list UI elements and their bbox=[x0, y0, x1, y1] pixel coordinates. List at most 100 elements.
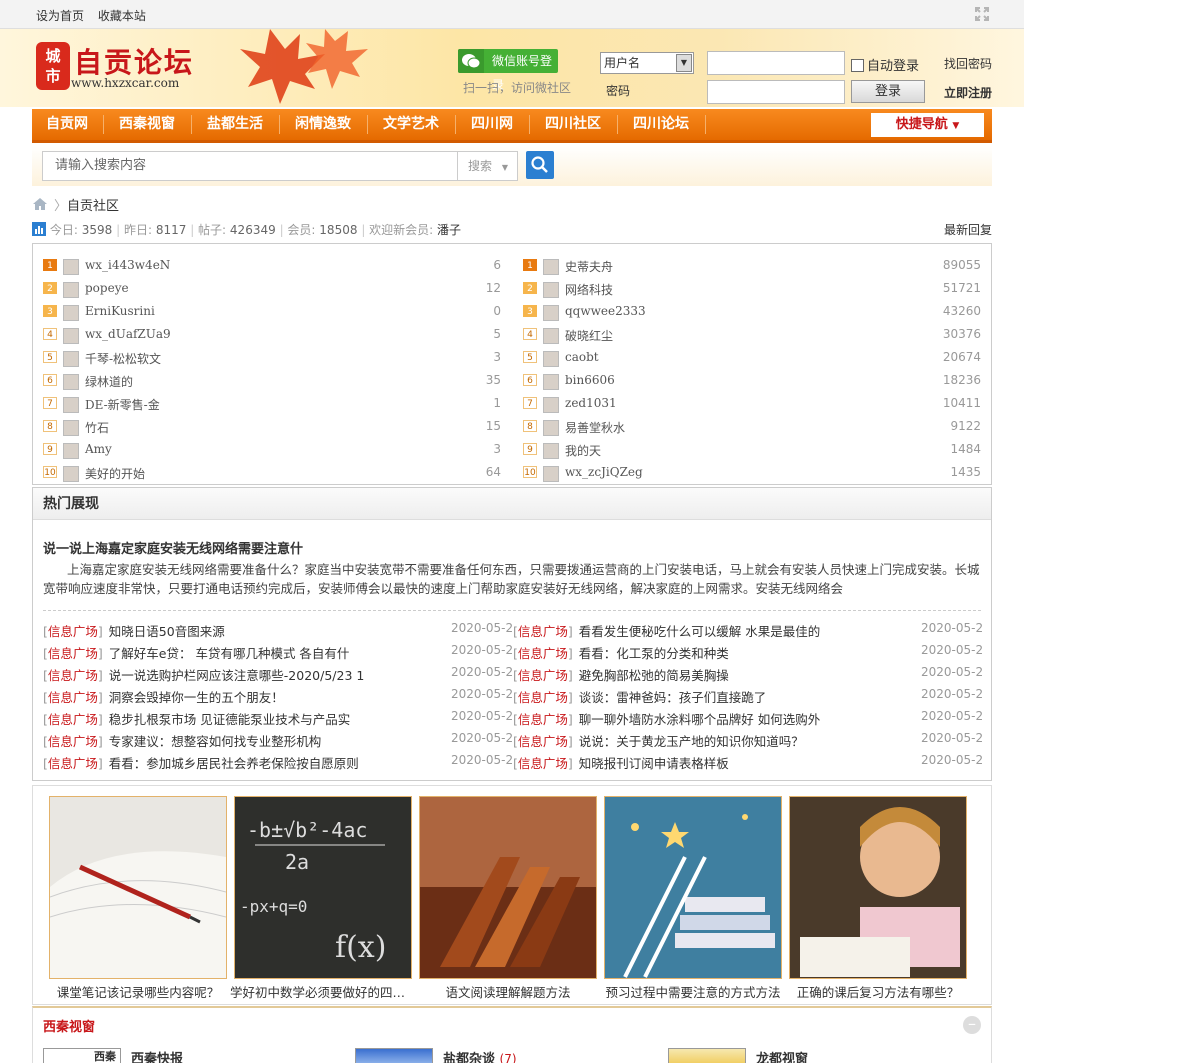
ranking-username[interactable]: bin6606 bbox=[565, 373, 615, 387]
news-category-tag[interactable]: [信息广场] bbox=[43, 756, 103, 771]
avatar[interactable] bbox=[543, 466, 559, 482]
nav-item-wenxue[interactable]: 文学艺术 bbox=[368, 109, 454, 140]
ranking-username[interactable]: 绿林道的 bbox=[85, 373, 133, 390]
news-title-link[interactable]: 谈谈：雷神爸妈：孩子们直接跪了 bbox=[579, 690, 767, 705]
search-button[interactable] bbox=[526, 151, 554, 179]
avatar[interactable] bbox=[63, 328, 79, 344]
ranking-username[interactable]: wx_dUafZUa9 bbox=[85, 327, 171, 341]
auto-login-checkbox[interactable]: 自动登录 bbox=[851, 55, 919, 74]
ranking-username[interactable]: 破晓红尘 bbox=[565, 327, 613, 344]
gallery-caption[interactable]: 学好初中数学必须要做好的四件... bbox=[230, 982, 416, 1001]
breadcrumb-current[interactable]: 自贡社区 bbox=[67, 199, 119, 214]
ranking-username[interactable]: wx_i443w4eN bbox=[85, 258, 170, 272]
avatar[interactable] bbox=[63, 374, 79, 390]
news-title-link[interactable]: 洞察会毁掉你一生的五个朋友！ bbox=[109, 690, 284, 705]
gallery-image-ladder-books[interactable] bbox=[604, 796, 782, 979]
news-category-tag[interactable]: [信息广场] bbox=[43, 646, 103, 661]
xiqin-section-title[interactable]: 西秦视窗 bbox=[43, 1016, 95, 1035]
gallery-image-child-writing[interactable] bbox=[789, 796, 967, 979]
ranking-username[interactable]: 我的天 bbox=[565, 442, 601, 459]
avatar[interactable] bbox=[63, 259, 79, 275]
avatar[interactable] bbox=[543, 443, 559, 459]
ranking-username[interactable]: 易善堂秋水 bbox=[565, 419, 625, 436]
avatar[interactable] bbox=[543, 259, 559, 275]
search-input[interactable]: 请输入搜索内容 bbox=[42, 151, 458, 181]
news-title-link[interactable]: 看看发生便秘吃什么可以缓解 水果是最佳的 bbox=[579, 624, 820, 639]
logo-badge[interactable]: 城市 bbox=[36, 42, 70, 90]
news-category-tag[interactable]: [信息广场] bbox=[513, 756, 573, 771]
wechat-login-button[interactable]: 微信账号登录 bbox=[458, 49, 558, 92]
nav-item-yandu[interactable]: 盐都生活 bbox=[192, 109, 278, 140]
news-category-tag[interactable]: [信息广场] bbox=[513, 668, 573, 683]
latest-reply-link[interactable]: 最新回复 bbox=[944, 221, 992, 238]
avatar[interactable] bbox=[543, 305, 559, 321]
password-input[interactable] bbox=[707, 80, 845, 104]
ranking-username[interactable]: Amy bbox=[85, 442, 112, 456]
logo-text[interactable]: 自贡论坛 bbox=[74, 41, 194, 81]
avatar[interactable] bbox=[543, 351, 559, 367]
gallery-caption[interactable]: 课堂笔记该记录哪些内容呢？ bbox=[45, 982, 231, 1001]
avatar[interactable] bbox=[63, 282, 79, 298]
news-title-link[interactable]: 避免胸部松弛的简易美胸操 bbox=[579, 668, 729, 683]
ranking-username[interactable]: ErniKusrini bbox=[85, 304, 155, 318]
ranking-username[interactable]: wx_zcJiQZeg bbox=[565, 465, 643, 479]
news-category-tag[interactable]: [信息广场] bbox=[43, 734, 103, 749]
gallery-image-books[interactable] bbox=[419, 796, 597, 979]
gallery-image-notebook[interactable] bbox=[49, 796, 227, 979]
news-category-tag[interactable]: [信息广场] bbox=[513, 712, 573, 727]
collapse-icon[interactable]: – bbox=[963, 1016, 981, 1034]
avatar[interactable] bbox=[63, 466, 79, 482]
ranking-username[interactable]: 网络科技 bbox=[565, 281, 613, 298]
news-category-tag[interactable]: [信息广场] bbox=[43, 712, 103, 727]
news-title-link[interactable]: 专家建议：想整容如何找专业整形机构 bbox=[109, 734, 322, 749]
ranking-username[interactable]: caobt bbox=[565, 350, 599, 364]
avatar[interactable] bbox=[63, 397, 79, 413]
news-category-tag[interactable]: [信息广场] bbox=[513, 734, 573, 749]
login-button[interactable]: 登录 bbox=[851, 80, 925, 103]
gallery-caption[interactable]: 正确的课后复习方法有哪些？ bbox=[785, 982, 971, 1001]
ranking-username[interactable]: DE-新零售-金 bbox=[85, 396, 160, 413]
gallery-image-blackboard[interactable]: -b±√b²-4ac 2a -px+q=0 f(x) bbox=[234, 796, 412, 979]
wechat-scan-hint[interactable]: 扫一扫，访问微社区 bbox=[463, 79, 571, 96]
ranking-username[interactable]: 史蒂夫舟 bbox=[565, 258, 613, 275]
news-title-link[interactable]: 看看：参加城乡居民社会养老保险按自愿原则 bbox=[109, 756, 359, 771]
news-title-link[interactable]: 知晓日语50音图来源 bbox=[109, 624, 225, 639]
news-title-link[interactable]: 看看：化工泵的分类和种类 bbox=[579, 646, 729, 661]
gallery-caption[interactable]: 语文阅读理解解题方法 bbox=[415, 982, 601, 1001]
news-category-tag[interactable]: [信息广场] bbox=[43, 624, 103, 639]
xiqin-forum-kuaibao[interactable]: 西秦快报 bbox=[131, 1048, 183, 1063]
nav-item-xiqin[interactable]: 西秦视窗 bbox=[104, 109, 190, 140]
avatar[interactable] bbox=[543, 420, 559, 436]
xiqin-forum-longdu[interactable]: 龙都视窗 bbox=[756, 1048, 808, 1063]
hot-featured-title[interactable]: 说一说上海嘉定家庭安装无线网络需要注意什 bbox=[43, 538, 303, 557]
quick-nav-button[interactable]: 快捷导航 ▼ bbox=[871, 113, 984, 137]
news-title-link[interactable]: 说说：关于黄龙玉产地的知识你知道吗？ bbox=[579, 734, 804, 749]
ranking-username[interactable]: zed1031 bbox=[565, 396, 617, 410]
nav-item-sichuan-forum[interactable]: 四川论坛 bbox=[618, 109, 704, 140]
search-type-select[interactable]: 搜索 ▼ bbox=[457, 151, 518, 181]
nav-item-sichuan-net[interactable]: 四川网 bbox=[456, 109, 528, 140]
avatar[interactable] bbox=[543, 328, 559, 344]
username-input[interactable] bbox=[707, 51, 845, 75]
avatar[interactable] bbox=[543, 397, 559, 413]
favorite-link[interactable]: 收藏本站 bbox=[98, 9, 146, 23]
xiqin-forum-yandu[interactable]: 盐都杂谈 (7) bbox=[443, 1048, 517, 1063]
avatar[interactable] bbox=[63, 305, 79, 321]
news-category-tag[interactable]: [信息广场] bbox=[513, 690, 573, 705]
ranking-username[interactable]: 竹石 bbox=[85, 419, 109, 436]
yandu-thumb[interactable] bbox=[355, 1048, 433, 1063]
avatar[interactable] bbox=[63, 420, 79, 436]
news-title-link[interactable]: 知晓报刊订阅申请表格样板 bbox=[579, 756, 729, 771]
news-category-tag[interactable]: [信息广场] bbox=[513, 646, 573, 661]
nav-item-xianqing[interactable]: 闲情逸致 bbox=[280, 109, 366, 140]
news-category-tag[interactable]: [信息广场] bbox=[43, 668, 103, 683]
news-category-tag[interactable]: [信息广场] bbox=[43, 690, 103, 705]
register-link[interactable]: 立即注册 bbox=[944, 84, 992, 101]
avatar[interactable] bbox=[63, 443, 79, 459]
expand-icon[interactable] bbox=[974, 6, 990, 22]
news-title-link[interactable]: 了解好车e贷： 车贷有哪几种模式 各自有什 bbox=[109, 646, 350, 661]
longdu-thumb[interactable] bbox=[668, 1048, 746, 1063]
new-member-link[interactable]: 潘子 bbox=[437, 223, 461, 237]
nav-item-sichuan-community[interactable]: 四川社区 bbox=[530, 109, 616, 140]
news-title-link[interactable]: 说一说选购护栏网应该注意哪些-2020/5/23 1 bbox=[109, 668, 365, 683]
